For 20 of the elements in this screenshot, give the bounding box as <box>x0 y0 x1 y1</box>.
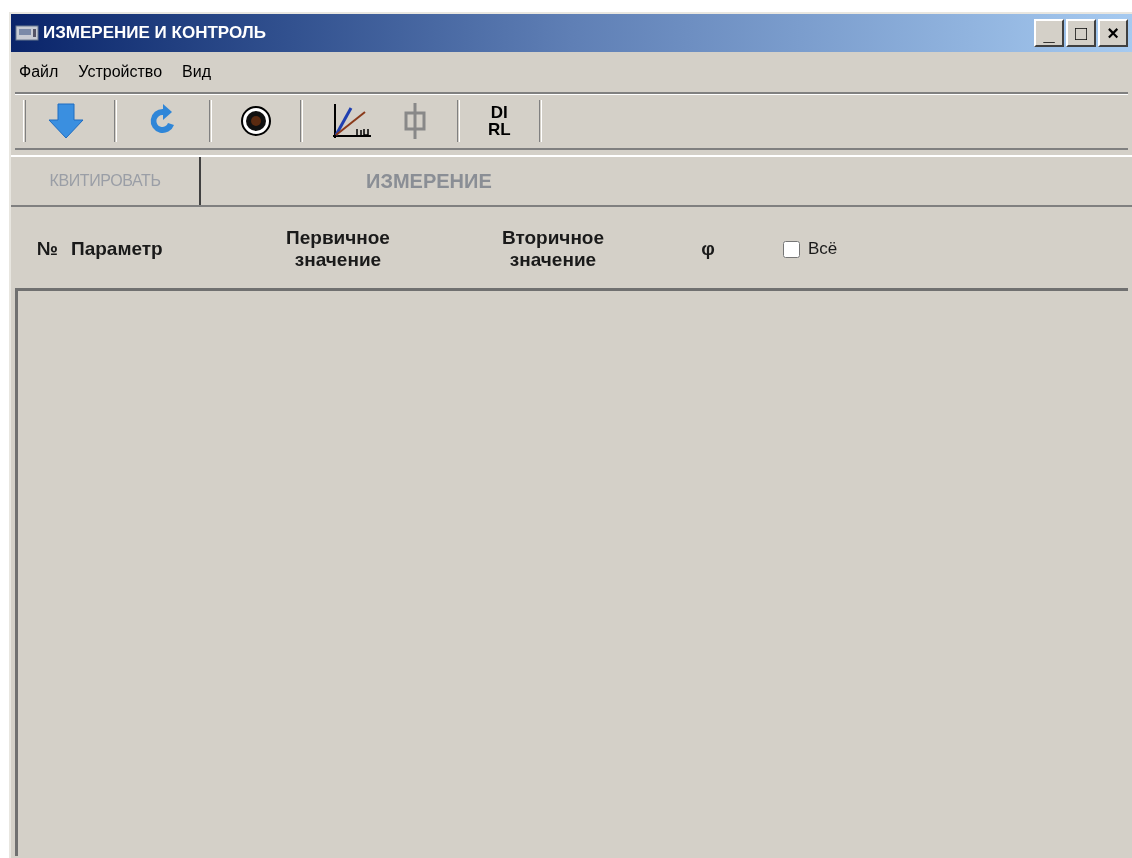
toolbar-button[interactable]: DI RL <box>480 104 519 138</box>
section-title: ИЗМЕРЕНИЕ <box>366 169 492 194</box>
close-button[interactable]: × <box>1098 19 1128 47</box>
window-title: ИЗМЕРЕНИЕ И КОНТРОЛЬ <box>43 22 266 45</box>
column-header: Параметр <box>70 238 164 260</box>
minimize-button[interactable]: _ <box>1034 19 1064 47</box>
select-all-checkbox[interactable] <box>783 240 800 258</box>
checkbox-label: Всё <box>808 238 838 261</box>
app-icon <box>15 24 39 42</box>
menu-item[interactable]: Устройство <box>78 60 163 84</box>
vector-diagram-icon <box>331 102 373 140</box>
download-arrow-icon <box>46 101 86 141</box>
column-header: Первичное значение <box>285 227 391 271</box>
menu-item[interactable]: Вид <box>182 60 211 84</box>
maximize-button[interactable]: □ <box>1066 19 1096 47</box>
record-icon <box>240 105 272 137</box>
menu-item[interactable]: Файл <box>19 60 59 84</box>
column-header: Вторичное значение <box>500 227 606 271</box>
column-header: № <box>36 238 60 260</box>
column-header: φ <box>700 238 716 260</box>
